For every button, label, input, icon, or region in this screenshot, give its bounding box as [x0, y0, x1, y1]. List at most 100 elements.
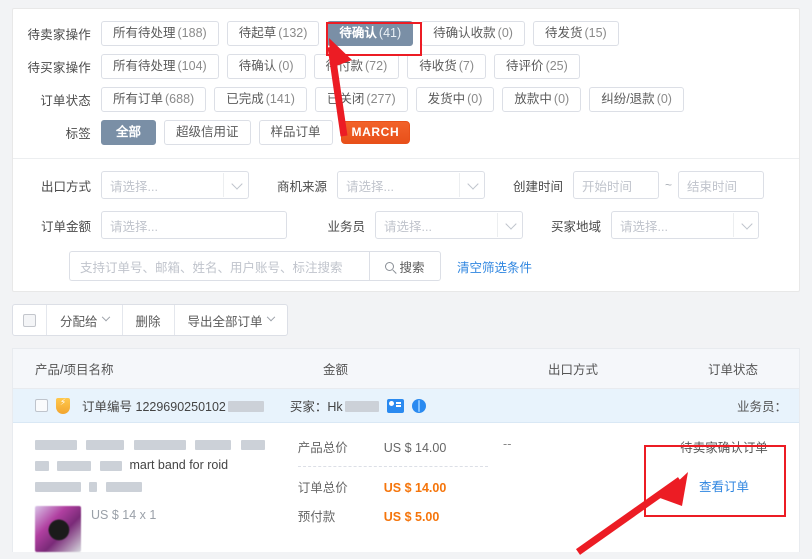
amount-label: 订单总价 — [297, 481, 348, 495]
redacted-buyer-name — [344, 401, 379, 412]
amount-row-product-total: 产品总价 US $ 14.00 — [298, 437, 503, 456]
filter-row-label: 标签 — [65, 126, 91, 141]
chip-count: (277) — [366, 91, 396, 106]
search-button[interactable]: 搜索 — [369, 251, 441, 281]
filter-chip-super-lc[interactable]: 超级信用证 — [164, 119, 251, 145]
filter-chip-pending-confirm-payment[interactable]: 待确认收款 (0) — [421, 20, 525, 46]
filter-chip-pending-review[interactable]: 待评价 (25) — [494, 53, 580, 79]
field-order-amount: 订单金额 请选择... — [13, 211, 287, 239]
select-all-checkbox[interactable] — [13, 305, 47, 335]
assign-to-button[interactable]: 分配给 — [47, 305, 123, 335]
amount-row-order-total: 订单总价 US $ 14.00 — [298, 477, 503, 496]
redacted-text — [105, 481, 142, 492]
chip-text: 待付款 — [325, 58, 364, 73]
lead-source-select[interactable]: 请选择... — [337, 171, 485, 199]
filter-chip-all-pending-buyer[interactable]: 所有待处理 (104) — [101, 53, 219, 79]
product-qty: US $ 14 x 1 — [91, 508, 157, 522]
filter-chip-sample-order[interactable]: 样品订单 — [258, 119, 333, 145]
buyer-region-select[interactable]: 请选择... — [611, 211, 759, 239]
filter-chip-completed[interactable]: 已完成 (141) — [214, 86, 307, 112]
chip-count: (132) — [278, 25, 308, 40]
field-export-method: 出口方式 请选择... — [13, 171, 249, 199]
order-number: 订单编号 1229690250102 — [82, 396, 264, 415]
filter-chip-closed[interactable]: 已关闭 (277) — [314, 86, 408, 112]
buyer-card-icon[interactable] — [386, 398, 404, 413]
clear-filters-link[interactable]: 清空筛选条件 — [457, 257, 532, 276]
field-label: 出口方式 — [40, 179, 91, 194]
delete-button[interactable]: 删除 — [123, 305, 175, 335]
buyer-name: Hk — [327, 400, 343, 414]
amount-label: 预付款 — [297, 510, 336, 524]
shield-lightning-icon — [56, 397, 70, 414]
redacted-text — [133, 439, 186, 450]
order-number-value: 1229690250102 — [135, 400, 226, 414]
filter-chip-all-pending-seller[interactable]: 所有待处理 (188) — [101, 20, 219, 46]
chip-count: (104) — [177, 58, 207, 73]
order-header-bar: 订单编号 1229690250102 买家：Hk 业务员： — [13, 389, 799, 423]
chevron-down-icon — [101, 312, 110, 322]
filter-chip-dispute-refund[interactable]: 纠纷/退款 (0) — [589, 86, 684, 112]
advanced-filter-row-2: 订单金额 请选择... 业务员 请选择... 买家地域 请选择... — [13, 211, 799, 239]
chevron-down-icon — [231, 178, 243, 190]
salesman-select[interactable]: 请选择... — [375, 211, 523, 239]
column-header-export-method: 出口方式 — [548, 363, 599, 377]
filter-card: 待卖家操作 所有待处理 (188) 待起草 (132) 待确认 (41) 待确认… — [12, 8, 800, 292]
filter-chip-pending-confirm-seller[interactable]: 待确认 (41) — [327, 20, 414, 46]
chip-count: (0) — [278, 58, 294, 73]
advanced-filter-section: 出口方式 请选择... 商机来源 请选择... 创建时间 开始时间 ~ 结束时间… — [13, 159, 799, 291]
create-time-end-input[interactable]: 结束时间 — [678, 171, 765, 199]
product-thumb-row: US $ 14 x 1 — [35, 506, 298, 552]
redacted-text — [35, 481, 81, 492]
chip-text: 待发货 — [544, 25, 583, 40]
filter-chip-buyer-pending-confirm[interactable]: 待确认 (0) — [226, 53, 306, 79]
product-thumbnail[interactable] — [35, 506, 81, 552]
order-amount-input[interactable]: 请选择... — [101, 211, 287, 239]
order-number-label: 订单编号 — [82, 400, 133, 414]
amount-row-prepayment: 预付款 US $ 5.00 — [298, 506, 503, 525]
globe-icon[interactable] — [411, 398, 426, 413]
buyer-info: 买家：Hk — [290, 396, 379, 415]
order-status-text: 待卖家确认订单 — [680, 441, 768, 455]
chip-text: 所有待处理 — [113, 58, 176, 73]
filter-chip-tag-all[interactable]: 全部 — [101, 119, 157, 145]
filter-chip-shipping[interactable]: 发货中 (0) — [415, 86, 495, 112]
export-all-orders-button[interactable]: 导出全部订单 — [175, 305, 287, 335]
filter-row-label: 订单状态 — [40, 93, 91, 108]
filter-chip-all-orders[interactable]: 所有订单 (688) — [101, 86, 207, 112]
filter-chip-draft[interactable]: 待起草 (132) — [226, 20, 320, 46]
chip-text: MARCH — [351, 124, 400, 139]
filter-row-label: 待卖家操作 — [27, 27, 91, 42]
export-method-select[interactable]: 请选择... — [101, 171, 249, 199]
field-salesman: 业务员 请选择... — [287, 211, 523, 239]
search-button-label: 搜索 — [399, 260, 425, 275]
placeholder-text: 请选择... — [384, 219, 432, 234]
salesman-label: 业务员： — [736, 400, 787, 414]
order-row-checkbox[interactable] — [35, 399, 48, 412]
chip-count: (0) — [656, 91, 672, 106]
filter-chip-pending-receipt[interactable]: 待收货 (7) — [407, 53, 487, 79]
select-separator — [497, 213, 498, 237]
filter-chip-march-badge[interactable]: MARCH — [340, 120, 411, 144]
chip-count: (141) — [265, 91, 295, 106]
placeholder-text: 支持订单号、邮箱、姓名、用户账号、标注搜索 — [80, 260, 343, 275]
chip-text: 样品订单 — [270, 124, 321, 139]
chip-count: (0) — [467, 91, 483, 106]
amount-value: US $ 14.00 — [383, 481, 447, 495]
filter-chip-pending-shipment[interactable]: 待发货 (15) — [532, 20, 619, 46]
chip-text: 已完成 — [226, 91, 264, 106]
advanced-filter-row-1: 出口方式 请选择... 商机来源 请选择... 创建时间 开始时间 ~ 结束时间 — [13, 171, 799, 199]
chip-text: 已关闭 — [326, 91, 365, 106]
placeholder-text: 请选择... — [346, 179, 394, 194]
chip-text: 待确认 — [339, 25, 377, 40]
view-order-link[interactable]: 查看订单 — [649, 476, 799, 495]
filter-chip-disbursing[interactable]: 放款中 (0) — [502, 86, 582, 112]
search-input[interactable]: 支持订单号、邮箱、姓名、用户账号、标注搜索 — [69, 251, 369, 281]
bulk-action-toolbar: 分配给 删除 导出全部订单 — [12, 304, 800, 336]
amount-value: US $ 14.00 — [383, 441, 447, 455]
chip-text: 待评价 — [506, 58, 544, 73]
order-status-cell: 待卖家确认订单 查看订单 — [649, 437, 799, 552]
create-time-start-input[interactable]: 开始时间 — [573, 171, 659, 199]
field-label: 订单金额 — [40, 219, 91, 234]
chip-text: 待确认收款 — [433, 25, 496, 40]
filter-chip-pending-payment[interactable]: 待付款 (72) — [313, 53, 400, 79]
